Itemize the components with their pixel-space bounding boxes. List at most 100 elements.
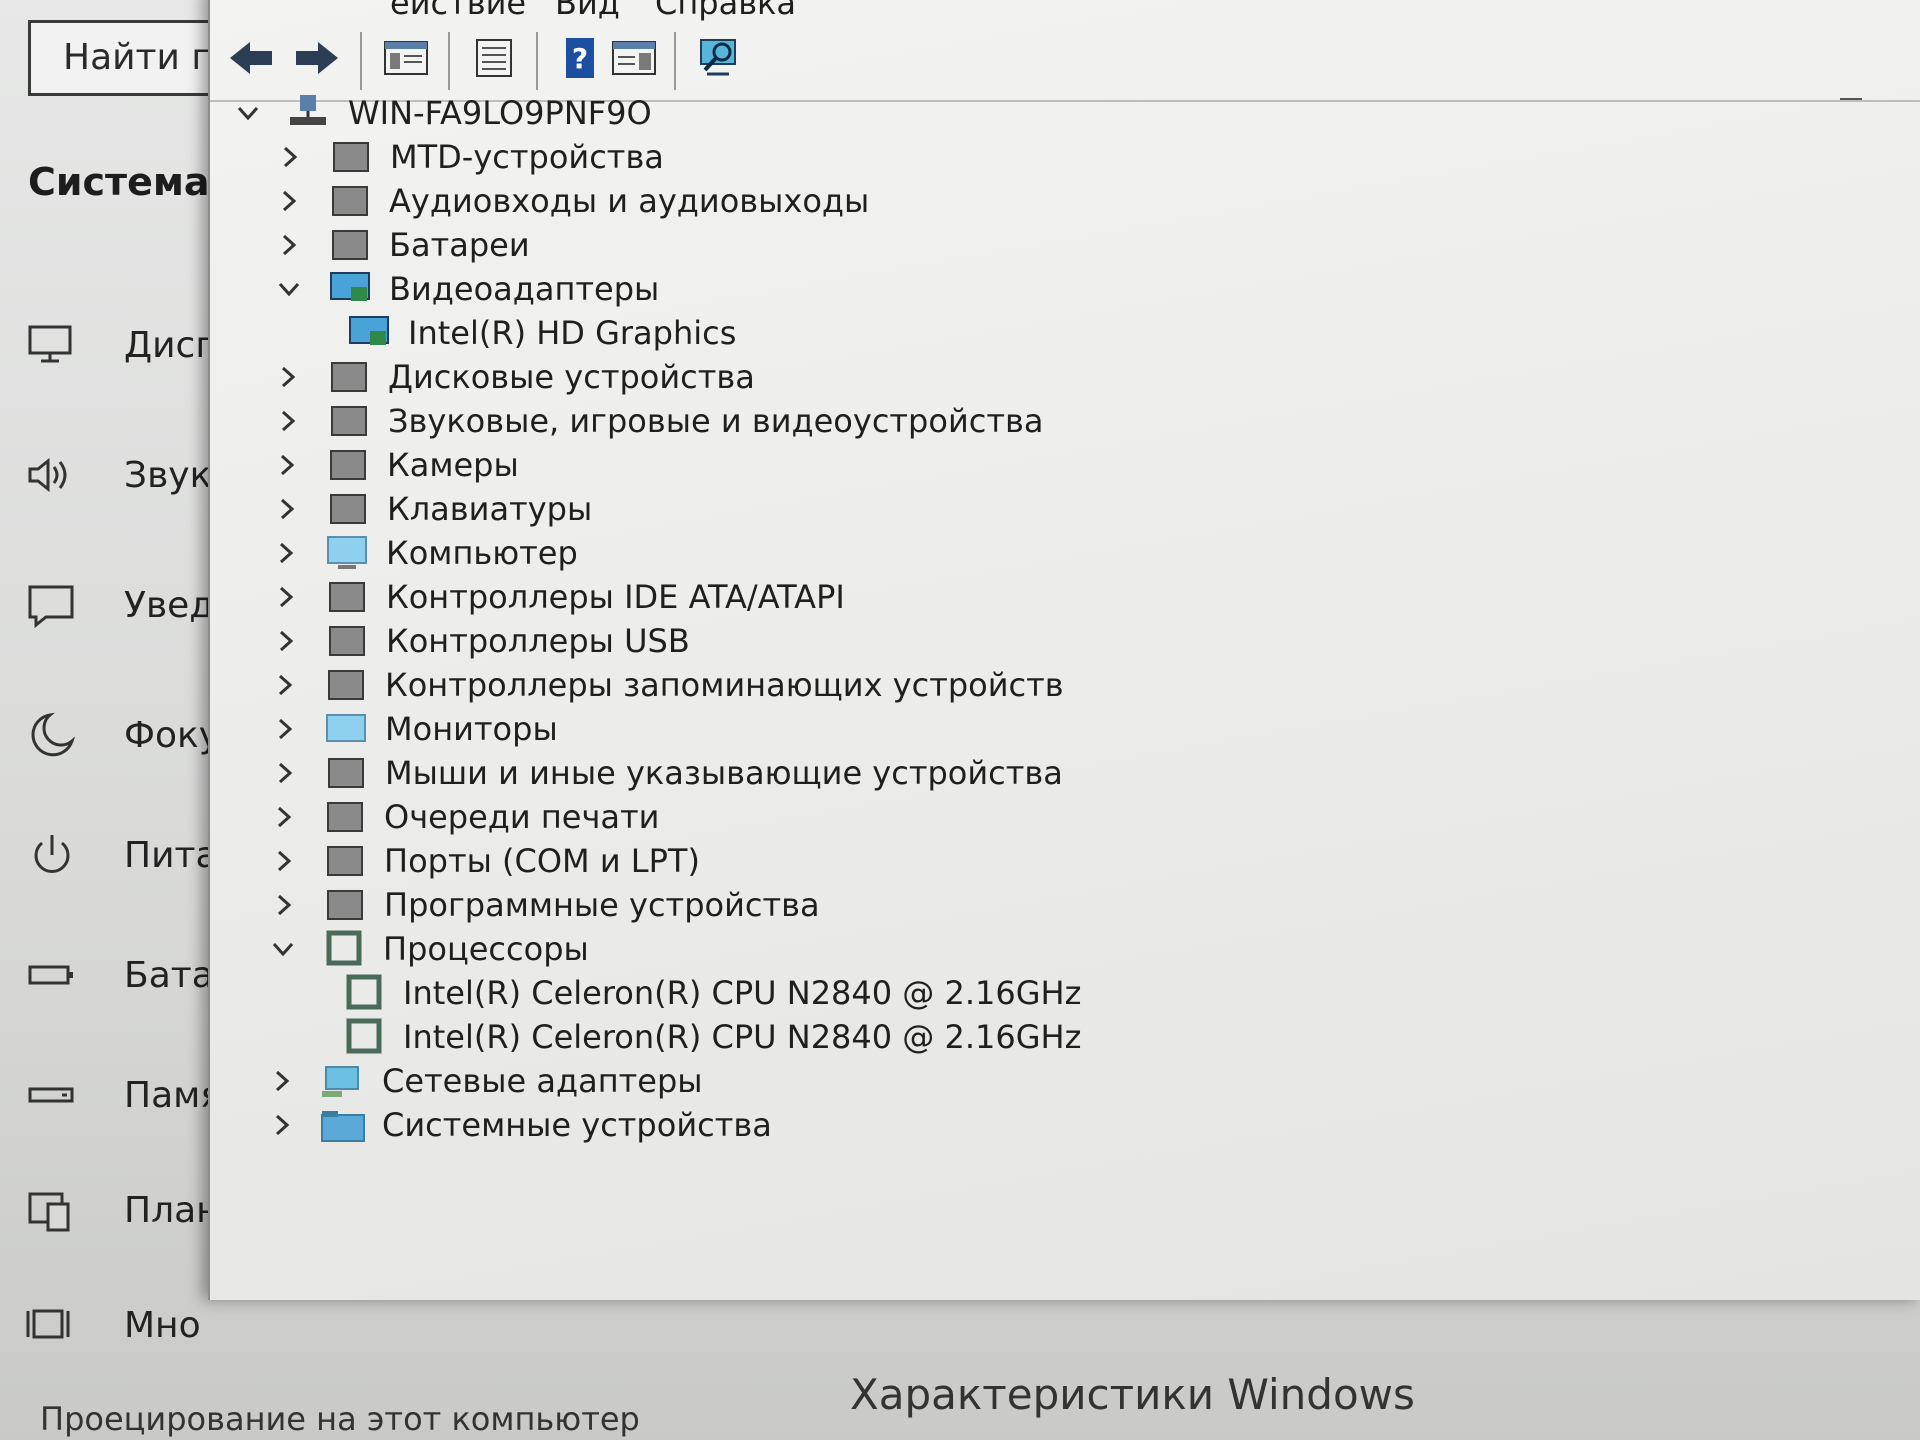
forward-button[interactable] <box>290 34 342 86</box>
device-tree: WIN-FA9LO9PNF9O MTD-устройства Аудиовходы … <box>210 90 1920 1290</box>
tree-category[interactable]: Порты (COM и LPT) <box>264 838 700 884</box>
chevron-right-icon[interactable] <box>268 357 308 397</box>
tree-category[interactable]: Программные устройства <box>264 882 820 928</box>
tree-category[interactable]: Системные устройства <box>262 1102 772 1148</box>
tree-category[interactable]: Контроллеры запоминающих устройств <box>265 662 1064 708</box>
tree-category[interactable]: Компьютер <box>266 530 578 576</box>
tree-category[interactable]: Батареи <box>269 222 530 268</box>
tree-item-label: Батареи <box>389 226 530 264</box>
tree-category[interactable]: Дисковые устройства <box>268 354 755 400</box>
help-icon: ? <box>560 36 600 84</box>
chevron-right-icon[interactable] <box>265 709 305 749</box>
tree-item-label: Дисковые устройства <box>388 358 755 396</box>
toolbar-separator <box>448 32 450 90</box>
tree-item-label: WIN-FA9LO9PNF9O <box>348 94 652 132</box>
scan-hardware-button[interactable] <box>694 34 746 86</box>
help-button[interactable]: ? <box>554 34 606 86</box>
storage-icon <box>24 1067 80 1123</box>
chevron-right-icon[interactable] <box>269 181 309 221</box>
tree-category[interactable]: Контроллеры USB <box>266 618 690 664</box>
tree-device[interactable]: Intel(R) Celeron(R) CPU N2840 @ 2.16GHz <box>341 1014 1081 1060</box>
settings-nav-label: Мно <box>124 1304 201 1346</box>
tree-item-label: Контроллеры USB <box>386 622 690 660</box>
tree-device[interactable]: Intel(R) Celeron(R) CPU N2840 @ 2.16GHz <box>341 970 1081 1016</box>
network-icon <box>320 1061 366 1101</box>
action-pane-icon <box>611 38 657 82</box>
chevron-right-icon[interactable] <box>265 753 305 793</box>
tree-category[interactable]: Аудиовходы и аудиовыходы <box>269 178 869 224</box>
toolbar-separator <box>674 32 676 90</box>
toolbar-separator <box>536 32 538 90</box>
menu-help[interactable]: Справка <box>655 0 796 22</box>
tree-item-label: Программные устройства <box>384 886 820 924</box>
chevron-right-icon[interactable] <box>264 797 304 837</box>
camera-icon <box>325 445 371 485</box>
settings-nav-label: Фоку <box>124 714 221 756</box>
chevron-right-icon[interactable] <box>270 137 310 177</box>
settings-nav-label: Звук <box>124 454 212 496</box>
action-pane-button[interactable] <box>608 34 660 86</box>
device-manager-window: ействие Вид Справка ? WIN-FA9LO9PNF9O MT… <box>208 0 1920 1300</box>
power-icon <box>24 827 80 883</box>
tree-item-label: Intel(R) HD Graphics <box>408 314 737 352</box>
settings-nav-label: Увед <box>124 584 215 626</box>
tree-item-label: Intel(R) Celeron(R) CPU N2840 @ 2.16GHz <box>403 974 1082 1012</box>
tree-item-label: Мониторы <box>385 710 558 748</box>
chevron-right-icon[interactable] <box>262 1061 302 1101</box>
chevron-right-icon[interactable] <box>264 841 304 881</box>
tree-item-label: Контроллеры IDE ATA/ATAPI <box>386 578 845 616</box>
chevron-right-icon[interactable] <box>269 225 309 265</box>
tree-root[interactable]: WIN-FA9LO9PNF9O <box>228 90 652 136</box>
speaker-icon <box>24 447 80 503</box>
tree-item-label: Компьютер <box>386 534 578 572</box>
tree-category[interactable]: Мыши и иные указывающие устройства <box>265 750 1063 796</box>
tree-category[interactable]: Звуковые, игровые и видеоустройства <box>268 398 1043 444</box>
settings-nav-projecting[interactable]: Проецирование на этот компьютер <box>40 1400 640 1438</box>
chevron-right-icon[interactable] <box>266 621 306 661</box>
menu-action[interactable]: ействие <box>390 0 526 22</box>
keyboard-icon <box>325 489 371 529</box>
sound-icon <box>326 401 372 441</box>
tree-category[interactable]: Сетевые адаптеры <box>262 1058 703 1104</box>
tree-category[interactable]: Контроллеры IDE ATA/ATAPI <box>266 574 845 620</box>
svg-text:?: ? <box>572 42 588 75</box>
software-device-icon <box>322 885 368 925</box>
chevron-right-icon[interactable] <box>267 489 307 529</box>
tree-item-label: Мыши и иные указывающие устройства <box>385 754 1063 792</box>
multitask-icon <box>24 1297 80 1353</box>
tree-category[interactable]: Процессоры <box>263 926 589 972</box>
chevron-down-icon[interactable] <box>228 93 268 133</box>
tree-category[interactable]: Мониторы <box>265 706 558 752</box>
settings-nav-label: План <box>124 1189 220 1231</box>
chevron-right-icon[interactable] <box>264 885 304 925</box>
menu-view[interactable]: Вид <box>555 0 620 22</box>
tree-category[interactable]: Клавиатуры <box>267 486 592 532</box>
tree-category[interactable]: Камеры <box>267 442 519 488</box>
chevron-right-icon[interactable] <box>265 665 305 705</box>
chevron-down-icon[interactable] <box>269 269 309 309</box>
display-adapter-icon <box>346 313 392 353</box>
chevron-right-icon[interactable] <box>266 577 306 617</box>
chevron-down-icon[interactable] <box>263 929 303 969</box>
windows-spec-heading: Характеристики Windows <box>850 1370 1415 1419</box>
tree-item-label: Контроллеры запоминающих устройств <box>385 666 1064 704</box>
chevron-right-icon[interactable] <box>267 445 307 485</box>
processor-icon <box>341 1017 387 1057</box>
tree-device[interactable]: Intel(R) HD Graphics <box>346 310 736 356</box>
tree-item-label: Процессоры <box>383 930 589 968</box>
tree-category[interactable]: Очереди печати <box>264 794 659 840</box>
tree-category[interactable]: Видеоадаптеры <box>269 266 659 312</box>
mouse-icon <box>323 753 369 793</box>
chevron-right-icon[interactable] <box>262 1105 302 1145</box>
chevron-right-icon[interactable] <box>268 401 308 441</box>
mtd-icon <box>328 137 374 177</box>
back-button[interactable] <box>226 34 278 86</box>
battery-icon <box>327 225 373 265</box>
usb-icon <box>324 621 370 661</box>
chevron-right-icon[interactable] <box>266 533 306 573</box>
properties-button[interactable] <box>468 34 520 86</box>
disk-icon <box>326 357 372 397</box>
tree-category[interactable]: MTD-устройства <box>270 134 664 180</box>
settings-nav-label: Дисп <box>124 324 219 366</box>
show-hide-console-button[interactable] <box>380 34 432 86</box>
